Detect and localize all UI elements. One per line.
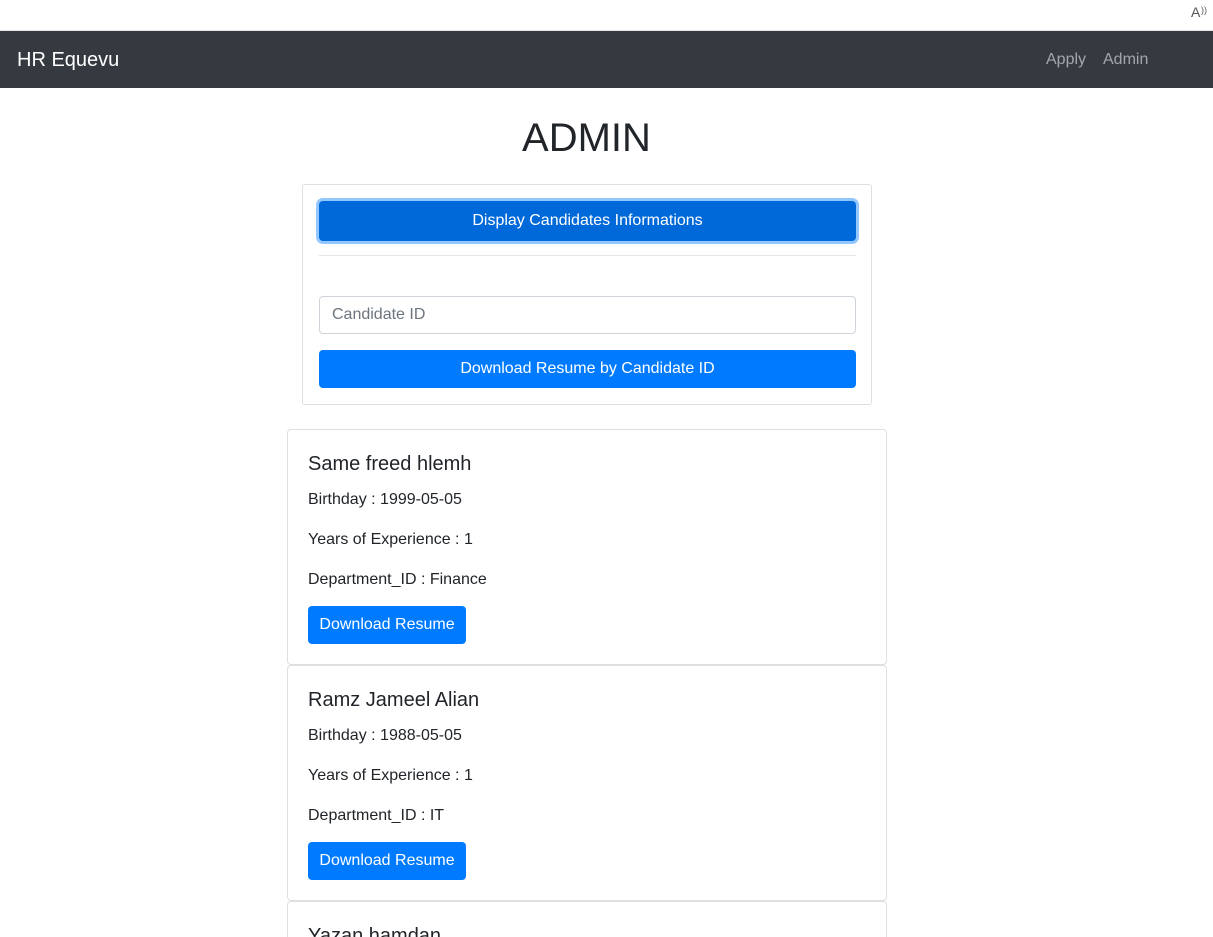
department-value: Finance — [429, 571, 487, 588]
candidate-name: Yazan hamdan — [308, 925, 442, 937]
department-value: IT — [429, 807, 445, 824]
experience-value: 1 — [463, 767, 473, 784]
field-separator: : — [366, 491, 381, 508]
top-navbar: HR Equevu Apply Admin — [0, 31, 1213, 88]
candidate-id-input[interactable] — [319, 296, 856, 334]
download-resume-by-id-button[interactable]: Download Resume by Candidate ID — [319, 350, 856, 388]
candidate-name: Same freed hlemh — [308, 453, 472, 475]
experience-value: 1 — [463, 531, 473, 548]
experience-label: Years of Experience — [308, 767, 451, 784]
field-separator: : — [416, 807, 430, 824]
department-label: Department_ID — [308, 571, 417, 588]
candidate-department: Department_ID : IT — [308, 806, 444, 826]
admin-panel: Display Candidates Informations Download… — [302, 184, 872, 405]
candidate-experience: Years of Experience : 1 — [308, 530, 473, 550]
field-separator: : — [366, 727, 381, 744]
candidate-birthday: Birthday : 1999-05-05 — [308, 490, 462, 510]
browser-toolbar-strip: A)) — [0, 0, 1213, 31]
birthday-label: Birthday — [308, 727, 367, 744]
candidate-card: Same freed hlemh Birthday : 1999-05-05 Y… — [287, 429, 887, 665]
read-aloud-icon[interactable]: A)) — [1191, 3, 1209, 21]
candidate-experience: Years of Experience : 1 — [308, 766, 473, 786]
nav-link-admin[interactable]: Admin — [1103, 50, 1148, 70]
department-label: Department_ID — [308, 807, 417, 824]
candidate-birthday: Birthday : 1988-05-05 — [308, 726, 462, 746]
panel-divider — [319, 255, 856, 256]
field-separator: : — [450, 767, 464, 784]
nav-link-apply[interactable]: Apply — [1046, 50, 1086, 70]
candidate-card: Ramz Jameel Alian Birthday : 1988-05-05 … — [287, 665, 887, 901]
display-candidates-button[interactable]: Display Candidates Informations — [319, 201, 856, 241]
birthday-value: 1988-05-05 — [380, 727, 462, 744]
download-resume-button[interactable]: Download Resume — [308, 842, 466, 880]
candidate-name: Ramz Jameel Alian — [308, 689, 480, 711]
navbar-brand[interactable]: HR Equevu — [17, 48, 119, 72]
field-separator: : — [416, 571, 430, 588]
page-title: ADMIN — [522, 116, 651, 160]
birthday-value: 1999-05-05 — [380, 491, 462, 508]
download-resume-button[interactable]: Download Resume — [308, 606, 466, 644]
field-separator: : — [450, 531, 464, 548]
birthday-label: Birthday — [308, 491, 367, 508]
candidate-card: Yazan hamdan — [287, 901, 887, 937]
experience-label: Years of Experience — [308, 531, 451, 548]
candidate-department: Department_ID : Finance — [308, 570, 487, 590]
